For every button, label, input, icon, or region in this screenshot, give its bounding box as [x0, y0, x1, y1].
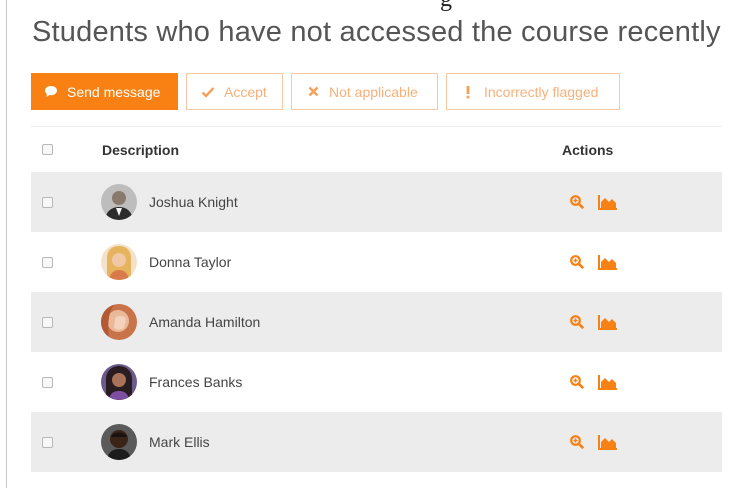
send-message-label: Send message [67, 83, 161, 100]
column-header-description: Description [102, 141, 180, 158]
not-applicable-label: Not applicable [329, 83, 418, 100]
checkmark-icon [201, 85, 215, 99]
accept-button[interactable]: Accept [186, 73, 283, 110]
view-insight-icon[interactable] [569, 434, 585, 450]
avatar [101, 364, 137, 400]
incorrectly-flagged-label: Incorrectly flagged [484, 83, 599, 100]
not-applicable-button[interactable]: Not applicable [291, 73, 438, 110]
insight-chart-icon[interactable] [598, 374, 618, 390]
row-checkbox[interactable] [42, 196, 53, 208]
insight-chart-icon[interactable] [598, 314, 618, 330]
table-row: Mark Ellis [31, 412, 722, 472]
window-frame-edge [6, 0, 7, 488]
insight-chart-icon[interactable] [598, 434, 618, 450]
table-header: Description Actions [31, 126, 722, 172]
view-insight-icon[interactable] [569, 194, 585, 210]
page-title: Students who have not accessed the cours… [32, 16, 721, 48]
students-table: Description Actions Joshua Knight Donna … [31, 126, 722, 472]
bulk-action-toolbar: Send message Accept Not applicable Incor… [31, 73, 620, 110]
select-all-checkbox[interactable] [42, 144, 53, 155]
speech-bubble-icon [44, 85, 58, 99]
send-message-button[interactable]: Send message [31, 73, 178, 110]
accept-label: Accept [224, 83, 267, 100]
row-checkbox[interactable] [42, 436, 53, 448]
view-insight-icon[interactable] [569, 374, 585, 390]
avatar [101, 244, 137, 280]
row-checkbox[interactable] [42, 256, 53, 268]
student-name: Amanda Hamilton [149, 314, 261, 330]
avatar [101, 304, 137, 340]
x-icon [306, 85, 320, 99]
row-checkbox[interactable] [42, 316, 53, 328]
table-row: Joshua Knight [31, 172, 722, 232]
exclamation-icon [461, 85, 475, 99]
view-insight-icon[interactable] [569, 254, 585, 270]
table-row: Frances Banks [31, 352, 722, 412]
table-row: Amanda Hamilton [31, 292, 722, 352]
insight-chart-icon[interactable] [598, 254, 618, 270]
incorrectly-flagged-button[interactable]: Incorrectly flagged [446, 73, 620, 110]
cropped-heading-fragment: g [440, 0, 452, 13]
avatar [101, 184, 137, 220]
view-insight-icon[interactable] [569, 314, 585, 330]
row-checkbox[interactable] [42, 376, 53, 388]
student-name: Joshua Knight [149, 194, 238, 210]
insight-chart-icon[interactable] [598, 194, 618, 210]
avatar [101, 424, 137, 460]
table-row: Donna Taylor [31, 232, 722, 292]
student-name: Donna Taylor [149, 254, 232, 270]
student-name: Mark Ellis [149, 434, 210, 450]
column-header-actions: Actions [562, 141, 614, 158]
student-name: Frances Banks [149, 374, 243, 390]
